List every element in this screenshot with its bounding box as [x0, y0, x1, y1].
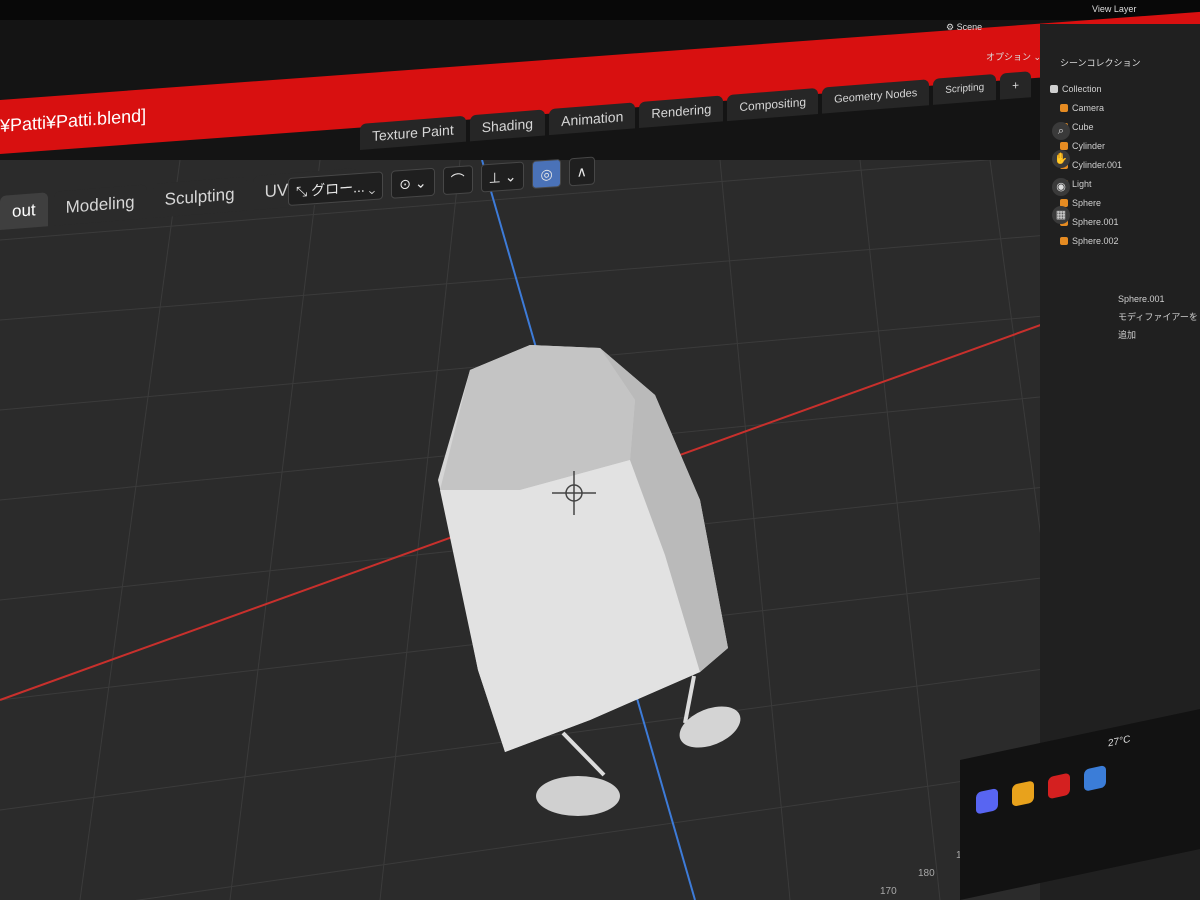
timeline-frame-label: 170	[880, 886, 897, 897]
discord-icon[interactable]	[976, 787, 998, 815]
proportional-edit-icon: ◎	[540, 165, 553, 183]
snap-toggle[interactable]: ⌒	[442, 165, 473, 196]
tab-scripting[interactable]: Scripting	[933, 73, 997, 105]
browser-icon[interactable]	[1084, 764, 1106, 792]
outliner-item[interactable]: Sphere.002	[1050, 232, 1122, 251]
weather-temperature: 27°C	[1108, 733, 1131, 750]
tab-shading[interactable]: Shading	[469, 109, 546, 142]
falloff-icon: ∧	[576, 163, 587, 180]
add-modifier-button[interactable]: モディファイアーを追加	[1118, 308, 1200, 344]
app-icon[interactable]	[1048, 772, 1070, 800]
tab-animation[interactable]: Animation	[549, 102, 636, 136]
taskbar-icons	[976, 764, 1106, 815]
tab-modeling[interactable]: Modeling	[53, 184, 147, 226]
falloff-dropdown[interactable]: ∧	[568, 156, 595, 187]
properties-panel: Sphere.001 モディファイアーを追加	[1118, 290, 1200, 344]
outliner-header: シーンコレクション	[1060, 58, 1141, 68]
outliner-item[interactable]: Collection	[1050, 80, 1122, 99]
folder-icon[interactable]	[1012, 780, 1034, 807]
add-workspace-button[interactable]: +	[1000, 71, 1032, 100]
view-layer-selector[interactable]: View Layer	[1092, 4, 1136, 14]
snap-target-icon: ⊥	[488, 169, 501, 186]
tab-rendering[interactable]: Rendering	[639, 95, 724, 129]
hand-icon[interactable]: ✋	[1052, 150, 1070, 168]
pivot-point-dropdown[interactable]: ⊙ ⌄	[391, 167, 435, 199]
options-dropdown[interactable]: オプション ⌄	[986, 50, 1041, 63]
snap-target-dropdown[interactable]: ⊥ ⌄	[480, 161, 525, 193]
monitor-bezel	[0, 0, 1200, 20]
object-name-field[interactable]: Sphere.001	[1118, 290, 1200, 308]
outliner-item[interactable]: Camera	[1050, 99, 1122, 118]
proportional-edit-toggle[interactable]: ◎	[532, 158, 561, 189]
snap-icon: ⌒	[450, 171, 465, 189]
grid-icon[interactable]: ▦	[1052, 206, 1070, 224]
viewport-nav-icons: ⌕ ✋ ◉ ▦	[1052, 122, 1070, 224]
tab-sculpting[interactable]: Sculpting	[152, 176, 247, 218]
tab-layout[interactable]: out	[0, 192, 48, 230]
orientation-icon: ⤡	[296, 182, 312, 200]
timeline-frame-label: 180	[918, 868, 935, 879]
pivot-icon: ⊙	[399, 175, 411, 193]
model-body	[438, 345, 728, 752]
zoom-icon[interactable]: ⌕	[1052, 122, 1070, 140]
window-title: ¥Patti¥Patti.blend]	[0, 105, 147, 136]
scene-selector[interactable]: ⚙ Scene	[946, 22, 982, 33]
camera-icon[interactable]: ◉	[1052, 178, 1070, 196]
